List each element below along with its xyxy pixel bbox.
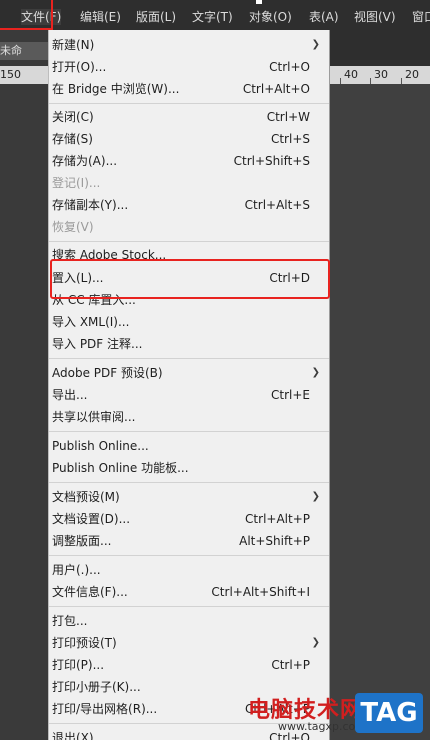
menu-item-shortcut: Ctrl+Alt+Shift+I — [211, 585, 310, 599]
menu-item-label: Publish Online 功能板... — [52, 461, 189, 475]
menu-item-publish-online[interactable]: Publish Online... — [49, 435, 329, 457]
menu-item-label: 存储为(A)... — [52, 154, 118, 168]
menu-item-shortcut: Ctrl+S — [270, 132, 310, 146]
menu-item-shortcut: Ctrl+E — [271, 388, 310, 402]
watermark-url: www.tagxp.com — [278, 720, 366, 733]
menu-item-print-presets[interactable]: 打印预设(T) ❯ — [49, 632, 329, 654]
menu-item-document-presets[interactable]: 文档预设(M) ❯ — [49, 486, 329, 508]
pasteboard — [330, 84, 430, 740]
menu-separator — [49, 103, 329, 104]
menu-bar: 文件(F) 编辑(E) 版面(L) 文字(T) 对象(O) 表(A) 视图(V)… — [0, 0, 430, 30]
ruler-number: 20 — [405, 68, 419, 81]
menu-item-label: 文档预设(M) — [52, 490, 120, 504]
menu-item-label: 登记(I)... — [52, 176, 101, 190]
annotation-highlight-place-item — [50, 259, 330, 299]
menu-type[interactable]: 文字(T) — [192, 9, 233, 25]
menu-item-label: 恢复(V) — [52, 220, 94, 234]
menu-item-shortcut: Ctrl+Shift+S — [233, 154, 310, 168]
chevron-right-icon: ❯ — [311, 637, 320, 648]
menu-item-label: 打包... — [52, 614, 88, 628]
menu-item-user[interactable]: 用户(.)... — [49, 559, 329, 581]
menu-item-label: 打印(P)... — [52, 658, 105, 672]
menu-item-shortcut: Ctrl+O — [269, 60, 310, 74]
control-panel-strip — [330, 30, 430, 66]
menu-item-label: 导出... — [52, 388, 88, 402]
menu-item-new[interactable]: 新建(N) ❯ — [49, 34, 329, 56]
menu-table[interactable]: 表(A) — [309, 9, 339, 25]
menu-separator — [49, 555, 329, 556]
menu-item-label: 关闭(C) — [52, 110, 94, 124]
menu-item-label: 用户(.)... — [52, 563, 101, 577]
menu-item-label: 打印/导出网格(R)... — [52, 702, 158, 716]
menu-item-export[interactable]: 导出... Ctrl+E — [49, 384, 329, 406]
menu-item-label: 在 Bridge 中浏览(W)... — [52, 82, 180, 96]
menu-item-label: 文档设置(D)... — [52, 512, 131, 526]
menu-item-close[interactable]: 关闭(C) Ctrl+W — [49, 106, 329, 128]
menu-separator — [49, 241, 329, 242]
menu-separator — [49, 606, 329, 607]
menu-item-revert: 恢复(V) — [49, 216, 329, 238]
ruler-label: 150 — [0, 68, 21, 81]
watermark-badge: TAG — [355, 693, 423, 733]
menu-item-shortcut: Ctrl+P — [271, 658, 310, 672]
horizontal-ruler-left: 150 — [0, 66, 48, 84]
menu-item-browse-in-bridge[interactable]: 在 Bridge 中浏览(W)... Ctrl+Alt+O — [49, 78, 329, 100]
menu-item-label: 文件信息(F)... — [52, 585, 128, 599]
menu-item-label: 存储副本(Y)... — [52, 198, 129, 212]
menu-item-save[interactable]: 存储(S) Ctrl+S — [49, 128, 329, 150]
menu-item-label: 导入 XML(I)... — [52, 315, 130, 329]
menu-item-adobe-pdf-presets[interactable]: Adobe PDF 预设(B) ❯ — [49, 362, 329, 384]
menu-separator — [49, 482, 329, 483]
menu-item-shortcut: Alt+Shift+P — [239, 534, 310, 548]
menu-item-publish-online-panel[interactable]: Publish Online 功能板... — [49, 457, 329, 479]
chevron-right-icon: ❯ — [311, 367, 320, 378]
menu-item-open[interactable]: 打开(O)... Ctrl+O — [49, 56, 329, 78]
chevron-right-icon: ❯ — [311, 491, 320, 502]
menu-separator — [49, 431, 329, 432]
document-tab[interactable]: 未命 — [0, 42, 48, 60]
menu-item-file-info[interactable]: 文件信息(F)... Ctrl+Alt+Shift+I — [49, 581, 329, 603]
horizontal-ruler-right: 40 30 20 — [330, 66, 430, 84]
file-menu-dropdown: 新建(N) ❯ 打开(O)... Ctrl+O 在 Bridge 中浏览(W)...… — [48, 30, 330, 740]
menu-item-label: 存储(S) — [52, 132, 93, 146]
window-edge-marker — [256, 0, 262, 4]
menu-edit[interactable]: 编辑(E) — [80, 9, 121, 25]
menu-layout[interactable]: 版面(L) — [136, 9, 176, 25]
menu-item-label: 退出(X) — [52, 731, 94, 740]
menu-item-import-xml[interactable]: 导入 XML(I)... — [49, 311, 329, 333]
menu-item-label: 打印预设(T) — [52, 636, 117, 650]
menu-item-label: 打印小册子(K)... — [52, 680, 141, 694]
menu-item-save-copy[interactable]: 存储副本(Y)... Ctrl+Alt+S — [49, 194, 329, 216]
menu-item-save-as[interactable]: 存储为(A)... Ctrl+Shift+S — [49, 150, 329, 172]
menu-item-label: 新建(N) — [52, 38, 95, 52]
menu-item-shortcut: Ctrl+Alt+P — [245, 512, 310, 526]
menu-item-label: Adobe PDF 预设(B) — [52, 366, 163, 380]
menu-view[interactable]: 视图(V) — [354, 9, 396, 25]
menu-item-import-pdf-comments[interactable]: 导入 PDF 注释... — [49, 333, 329, 355]
menu-separator — [49, 358, 329, 359]
menu-window[interactable]: 窗口 — [412, 9, 430, 25]
menu-item-label: 调整版面... — [52, 534, 112, 548]
menu-item-label: 共享以供审阅... — [52, 410, 136, 424]
menu-item-shortcut: Ctrl+Alt+O — [242, 82, 310, 96]
menu-item-shortcut: Ctrl+Alt+S — [244, 198, 310, 212]
menu-item-label: 打开(O)... — [52, 60, 107, 74]
menu-item-label: Publish Online... — [52, 439, 149, 453]
ruler-number: 40 — [344, 68, 358, 81]
menu-object[interactable]: 对象(O) — [249, 9, 292, 25]
menu-item-package[interactable]: 打包... — [49, 610, 329, 632]
site-watermark: 电脑技术网 www.tagxp.com TAG — [248, 690, 430, 740]
menu-item-adjust-layout[interactable]: 调整版面... Alt+Shift+P — [49, 530, 329, 552]
menu-item-document-setup[interactable]: 文档设置(D)... Ctrl+Alt+P — [49, 508, 329, 530]
menu-item-print[interactable]: 打印(P)... Ctrl+P — [49, 654, 329, 676]
menu-item-label: 导入 PDF 注释... — [52, 337, 143, 351]
ruler-number: 30 — [374, 68, 388, 81]
menu-item-shortcut: Ctrl+W — [266, 110, 310, 124]
menu-item-check-in: 登记(I)... — [49, 172, 329, 194]
menu-item-share-for-review[interactable]: 共享以供审阅... — [49, 406, 329, 428]
chevron-right-icon: ❯ — [311, 39, 320, 50]
annotation-highlight-file-menu — [0, 0, 53, 30]
